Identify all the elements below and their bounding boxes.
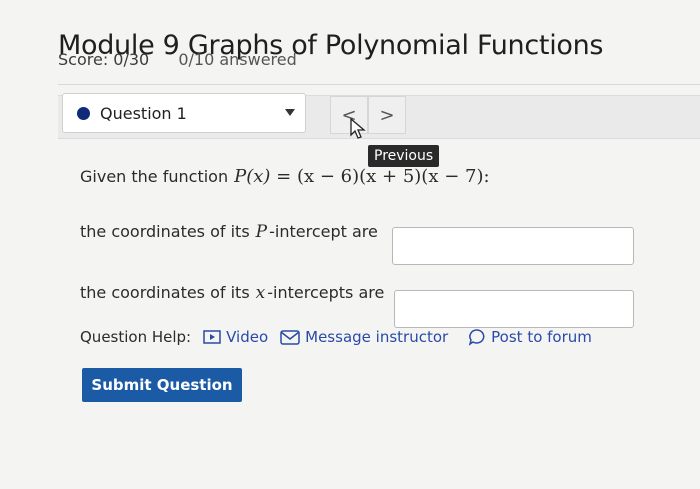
message-instructor-link[interactable]: Message instructor: [280, 328, 448, 346]
post-to-forum-link[interactable]: Post to forum: [468, 328, 592, 346]
question-intro: Given the function: [80, 167, 229, 186]
submit-question-button[interactable]: Submit Question: [82, 368, 242, 402]
function-name: P(x): [234, 166, 271, 187]
question-statement: Given the function P(x) = (x − 6)(x + 5)…: [80, 166, 490, 187]
question-select[interactable]: Question 1: [62, 93, 306, 133]
p-intercept-prefix: the coordinates of its: [80, 222, 250, 241]
video-icon: [203, 330, 221, 344]
question-status-dot: [77, 106, 90, 120]
x-intercept-input[interactable]: [394, 290, 634, 328]
mouse-pointer-icon: [350, 118, 366, 139]
forum-link-label: Post to forum: [491, 328, 592, 346]
p-intercept-prompt: the coordinates of its P -intercept are: [80, 222, 378, 242]
video-help-link[interactable]: Video: [203, 328, 268, 346]
question-select-label: Question 1: [100, 103, 187, 123]
function-body: = (x − 6)(x + 5)(x − 7):: [276, 166, 490, 187]
score-text: Score: 0/30: [58, 50, 150, 69]
x-intercept-prefix: the coordinates of its: [80, 283, 250, 302]
message-link-label: Message instructor: [305, 328, 449, 346]
previous-tooltip: Previous: [368, 145, 440, 167]
next-question-button[interactable]: >: [368, 96, 406, 134]
x-intercept-variable: x: [255, 283, 266, 303]
caret-down-icon: [285, 109, 295, 116]
speech-bubble-icon: [468, 329, 485, 346]
p-intercept-input[interactable]: [392, 227, 634, 265]
x-intercept-prompt: the coordinates of its x -intercepts are: [80, 283, 384, 303]
function-expression: P(x) = (x − 6)(x + 5)(x − 7):: [234, 166, 489, 187]
question-help: Question Help: Video Message instructor …: [80, 328, 592, 346]
p-intercept-variable: P: [255, 222, 268, 242]
video-link-label: Video: [226, 328, 269, 346]
envelope-icon: [280, 329, 300, 345]
score-row: Score: 0/30 0/10 answered: [58, 50, 297, 69]
p-intercept-suffix: -intercept are: [269, 222, 378, 241]
x-intercept-suffix: -intercepts are: [267, 283, 385, 302]
header-divider: [58, 84, 700, 85]
question-help-label: Question Help:: [80, 328, 192, 346]
answered-count: 0/10 answered: [178, 50, 297, 69]
